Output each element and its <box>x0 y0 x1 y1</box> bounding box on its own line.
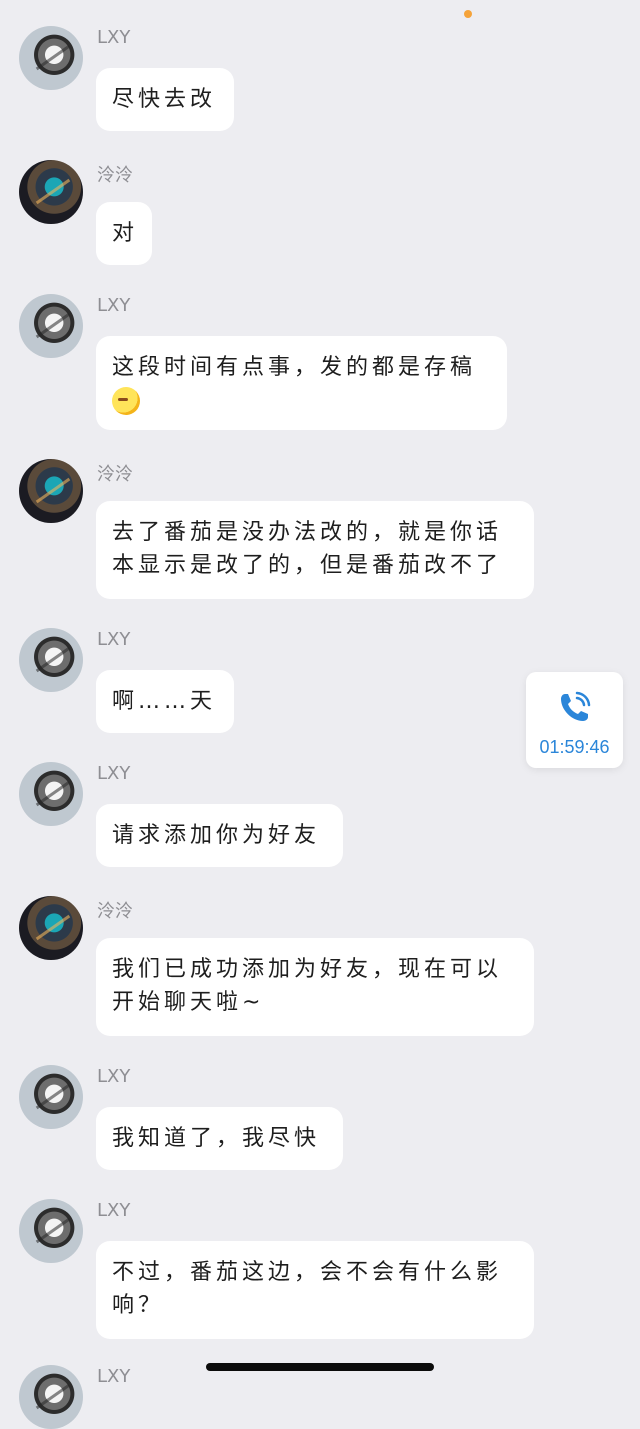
message-bubble[interactable]: 不过，番茄这边，会不会有什么影 响？ <box>96 1241 534 1339</box>
avatar[interactable] <box>19 294 83 358</box>
message-text-line: 去了番茄是没办法改的，就是你话 <box>112 520 503 545</box>
sender-name: LXY <box>97 1066 131 1087</box>
phone-ringing-icon <box>561 691 591 721</box>
home-indicator[interactable] <box>206 1363 434 1371</box>
sender-name: LXY <box>97 1200 131 1221</box>
message-text-line: 不过，番茄这边，会不会有什么影 <box>112 1260 503 1285</box>
message-text-line: 我们已成功添加为好友，现在可以 <box>112 957 503 982</box>
avatar[interactable] <box>19 896 83 960</box>
message-text-line: 本显示是改了的，但是番茄改不了 <box>112 553 503 578</box>
sender-name: LXY <box>97 27 131 48</box>
message-text-line: 响？ <box>112 1293 165 1318</box>
message-text-line: 开始聊天啦~ <box>112 990 265 1015</box>
face-with-tears-icon <box>112 387 140 415</box>
status-indicator-dot <box>464 10 472 18</box>
avatar[interactable] <box>19 1199 83 1263</box>
avatar[interactable] <box>19 1365 83 1429</box>
sender-name: LXY <box>97 295 131 316</box>
sender-name: LXY <box>97 763 131 784</box>
message-bubble[interactable]: 啊……天 <box>96 670 234 733</box>
message-bubble[interactable]: 我们已成功添加为好友，现在可以 开始聊天啦~ <box>96 938 534 1036</box>
sender-name: LXY <box>97 1366 131 1387</box>
message-bubble[interactable]: 我知道了，我尽快 <box>96 1107 343 1170</box>
message-text: 请求添加你为好友 <box>112 823 321 848</box>
message-bubble[interactable]: 去了番茄是没办法改的，就是你话 本显示是改了的，但是番茄改不了 <box>96 501 534 599</box>
message-text: 这段时间有点事，发的都是存稿 <box>112 355 477 380</box>
avatar[interactable] <box>19 459 83 523</box>
message-text: 啊……天 <box>112 689 217 714</box>
avatar[interactable] <box>19 26 83 90</box>
message-text: 我知道了，我尽快 <box>112 1126 321 1151</box>
sender-name: 泠泠 <box>97 464 133 485</box>
avatar[interactable] <box>19 160 83 224</box>
sender-name: 泠泠 <box>97 165 133 186</box>
sender-name: 泠泠 <box>97 901 133 922</box>
sender-name: LXY <box>97 629 131 650</box>
message-bubble[interactable]: 尽快去改 <box>96 68 234 131</box>
message-bubble[interactable]: 请求添加你为好友 <box>96 804 343 867</box>
message-bubble[interactable]: 这段时间有点事，发的都是存稿 <box>96 336 507 430</box>
message-text: 对 <box>112 221 139 246</box>
call-duration: 01:59:46 <box>539 737 610 757</box>
avatar[interactable] <box>19 628 83 692</box>
call-record-card[interactable]: 01:59:46 <box>526 672 623 768</box>
avatar[interactable] <box>19 762 83 826</box>
message-bubble[interactable]: 对 <box>96 202 152 265</box>
avatar[interactable] <box>19 1065 83 1129</box>
message-text: 尽快去改 <box>112 87 217 112</box>
